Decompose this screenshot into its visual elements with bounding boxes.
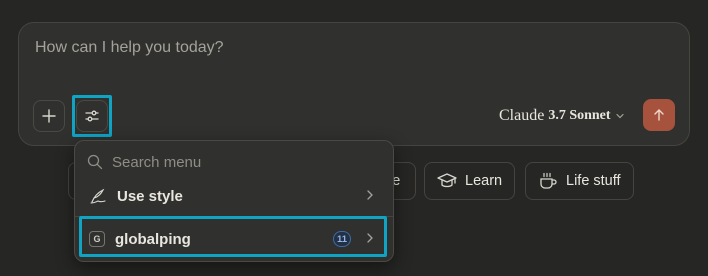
menu-item-use-style[interactable]: Use style — [83, 179, 385, 213]
model-version: 3.7 Sonnet — [548, 108, 611, 123]
plus-icon — [42, 109, 56, 123]
chip-label: Learn — [465, 173, 503, 189]
search-icon — [87, 154, 103, 170]
pen-style-icon — [90, 188, 106, 204]
tools-button[interactable] — [76, 100, 108, 132]
model-selector[interactable]: Claude 3.7 Sonnet — [499, 106, 625, 126]
coffee-cup-icon — [540, 172, 557, 189]
tools-dropdown-menu: Use style G globalping 11 — [74, 140, 394, 262]
globalping-logo-icon: G — [89, 231, 105, 247]
chat-composer: Claude 3.7 Sonnet — [18, 22, 690, 146]
model-name: Claude — [499, 107, 545, 124]
send-button[interactable] — [643, 99, 675, 131]
menu-item-globalping[interactable]: G globalping 11 — [83, 222, 385, 256]
chevron-down-icon — [615, 113, 624, 119]
graduation-cap-icon — [437, 173, 457, 188]
menu-item-label: Use style — [117, 187, 183, 205]
prompt-input[interactable] — [35, 39, 595, 57]
sliders-icon — [85, 110, 99, 122]
chip-label: Life stuff — [566, 173, 621, 189]
chevron-right-icon — [367, 190, 373, 200]
arrow-up-icon — [654, 109, 664, 121]
suggestion-chip-life-stuff[interactable]: Life stuff — [525, 162, 634, 200]
menu-search-input[interactable] — [112, 153, 332, 171]
suggestion-chip-learn[interactable]: Learn — [424, 162, 516, 200]
menu-divider — [75, 216, 393, 217]
menu-item-label: globalping — [115, 230, 191, 248]
menu-search — [87, 151, 332, 173]
add-button[interactable] — [33, 100, 65, 132]
chevron-right-icon — [367, 233, 373, 243]
tool-count-badge: 11 — [333, 231, 351, 247]
